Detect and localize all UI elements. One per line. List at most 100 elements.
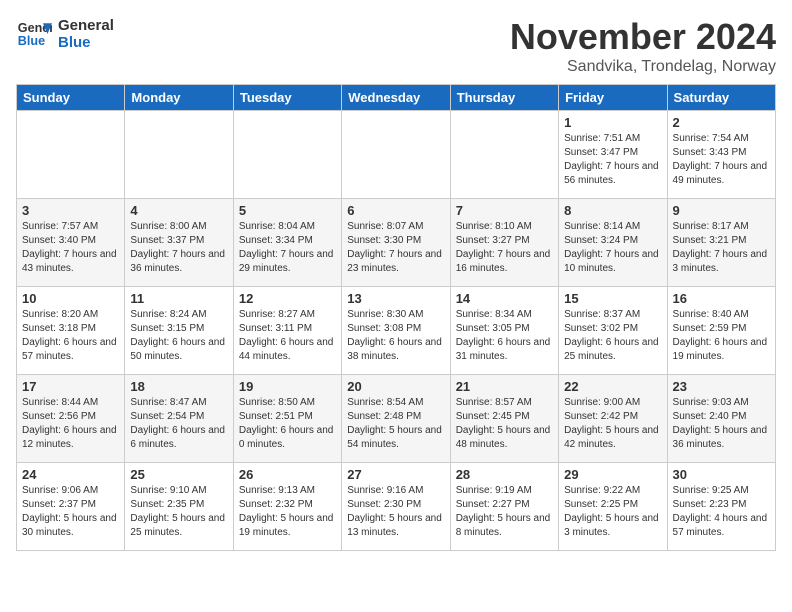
logo-icon: General Blue [16,16,52,52]
calendar-cell [450,111,558,199]
calendar-cell: 3Sunrise: 7:57 AMSunset: 3:40 PMDaylight… [17,199,125,287]
cell-line: Daylight: 5 hours and 8 minutes. [456,512,553,540]
col-header-monday: Monday [125,85,233,111]
month-title: November 2024 [510,16,776,58]
cell-line: Sunrise: 8:07 AM [347,220,444,234]
cell-line: Sunset: 3:18 PM [22,322,119,336]
cell-line: Sunset: 2:51 PM [239,410,336,424]
cell-line: Sunrise: 8:14 AM [564,220,661,234]
cell-line: Sunrise: 9:06 AM [22,484,119,498]
cell-line: Daylight: 6 hours and 31 minutes. [456,336,553,364]
cell-line: Sunrise: 8:57 AM [456,396,553,410]
cell-line: Sunset: 2:54 PM [130,410,227,424]
col-header-friday: Friday [559,85,667,111]
cell-line: Daylight: 7 hours and 49 minutes. [673,160,770,188]
calendar-cell: 30Sunrise: 9:25 AMSunset: 2:23 PMDayligh… [667,463,775,551]
calendar-cell: 17Sunrise: 8:44 AMSunset: 2:56 PMDayligh… [17,375,125,463]
cell-content: Sunrise: 8:54 AMSunset: 2:48 PMDaylight:… [347,396,444,452]
calendar-cell [17,111,125,199]
week-row-5: 24Sunrise: 9:06 AMSunset: 2:37 PMDayligh… [17,463,776,551]
cell-line: Sunrise: 9:16 AM [347,484,444,498]
calendar-cell: 4Sunrise: 8:00 AMSunset: 3:37 PMDaylight… [125,199,233,287]
cell-content: Sunrise: 8:30 AMSunset: 3:08 PMDaylight:… [347,308,444,364]
cell-line: Sunset: 3:15 PM [130,322,227,336]
cell-content: Sunrise: 7:54 AMSunset: 3:43 PMDaylight:… [673,132,770,188]
day-number: 21 [456,379,553,394]
cell-line: Sunset: 3:30 PM [347,234,444,248]
day-number: 14 [456,291,553,306]
cell-content: Sunrise: 9:19 AMSunset: 2:27 PMDaylight:… [456,484,553,540]
week-row-4: 17Sunrise: 8:44 AMSunset: 2:56 PMDayligh… [17,375,776,463]
col-header-saturday: Saturday [667,85,775,111]
calendar-cell: 25Sunrise: 9:10 AMSunset: 2:35 PMDayligh… [125,463,233,551]
calendar-cell: 22Sunrise: 9:00 AMSunset: 2:42 PMDayligh… [559,375,667,463]
cell-line: Sunset: 2:40 PM [673,410,770,424]
day-number: 16 [673,291,770,306]
cell-line: Sunrise: 7:54 AM [673,132,770,146]
cell-line: Sunrise: 8:24 AM [130,308,227,322]
day-number: 7 [456,203,553,218]
cell-line: Daylight: 7 hours and 29 minutes. [239,248,336,276]
cell-line: Sunrise: 9:13 AM [239,484,336,498]
cell-line: Daylight: 6 hours and 50 minutes. [130,336,227,364]
calendar-cell [125,111,233,199]
cell-content: Sunrise: 8:40 AMSunset: 2:59 PMDaylight:… [673,308,770,364]
calendar-table: SundayMondayTuesdayWednesdayThursdayFrid… [16,84,776,551]
cell-line: Sunset: 3:24 PM [564,234,661,248]
cell-line: Sunrise: 9:25 AM [673,484,770,498]
cell-content: Sunrise: 9:22 AMSunset: 2:25 PMDaylight:… [564,484,661,540]
calendar-cell: 11Sunrise: 8:24 AMSunset: 3:15 PMDayligh… [125,287,233,375]
cell-line: Sunset: 3:21 PM [673,234,770,248]
day-number: 1 [564,115,661,130]
calendar-cell: 12Sunrise: 8:27 AMSunset: 3:11 PMDayligh… [233,287,341,375]
cell-line: Sunset: 3:43 PM [673,146,770,160]
cell-content: Sunrise: 8:50 AMSunset: 2:51 PMDaylight:… [239,396,336,452]
day-number: 24 [22,467,119,482]
week-row-3: 10Sunrise: 8:20 AMSunset: 3:18 PMDayligh… [17,287,776,375]
cell-line: Daylight: 6 hours and 25 minutes. [564,336,661,364]
cell-line: Sunset: 3:08 PM [347,322,444,336]
cell-line: Sunset: 3:11 PM [239,322,336,336]
cell-line: Daylight: 7 hours and 10 minutes. [564,248,661,276]
cell-line: Daylight: 5 hours and 25 minutes. [130,512,227,540]
day-number: 27 [347,467,444,482]
cell-line: Sunset: 3:34 PM [239,234,336,248]
cell-line: Daylight: 7 hours and 56 minutes. [564,160,661,188]
cell-line: Sunrise: 9:00 AM [564,396,661,410]
cell-line: Sunrise: 8:20 AM [22,308,119,322]
cell-line: Sunset: 3:27 PM [456,234,553,248]
calendar-cell: 5Sunrise: 8:04 AMSunset: 3:34 PMDaylight… [233,199,341,287]
cell-line: Sunset: 3:47 PM [564,146,661,160]
cell-line: Daylight: 5 hours and 30 minutes. [22,512,119,540]
cell-line: Sunrise: 8:44 AM [22,396,119,410]
cell-line: Sunset: 2:23 PM [673,498,770,512]
calendar-cell: 21Sunrise: 8:57 AMSunset: 2:45 PMDayligh… [450,375,558,463]
week-row-1: 1Sunrise: 7:51 AMSunset: 3:47 PMDaylight… [17,111,776,199]
cell-line: Sunset: 3:37 PM [130,234,227,248]
calendar-cell: 19Sunrise: 8:50 AMSunset: 2:51 PMDayligh… [233,375,341,463]
calendar-cell: 23Sunrise: 9:03 AMSunset: 2:40 PMDayligh… [667,375,775,463]
cell-line: Sunrise: 8:37 AM [564,308,661,322]
cell-line: Daylight: 5 hours and 19 minutes. [239,512,336,540]
cell-line: Sunrise: 8:17 AM [673,220,770,234]
cell-line: Sunset: 2:42 PM [564,410,661,424]
cell-line: Sunset: 2:35 PM [130,498,227,512]
calendar-cell: 27Sunrise: 9:16 AMSunset: 2:30 PMDayligh… [342,463,450,551]
cell-line: Sunrise: 8:30 AM [347,308,444,322]
col-header-thursday: Thursday [450,85,558,111]
cell-content: Sunrise: 8:34 AMSunset: 3:05 PMDaylight:… [456,308,553,364]
cell-content: Sunrise: 8:14 AMSunset: 3:24 PMDaylight:… [564,220,661,276]
calendar-cell: 28Sunrise: 9:19 AMSunset: 2:27 PMDayligh… [450,463,558,551]
cell-content: Sunrise: 8:20 AMSunset: 3:18 PMDaylight:… [22,308,119,364]
cell-content: Sunrise: 8:27 AMSunset: 3:11 PMDaylight:… [239,308,336,364]
cell-line: Daylight: 5 hours and 42 minutes. [564,424,661,452]
cell-line: Sunset: 2:32 PM [239,498,336,512]
col-header-wednesday: Wednesday [342,85,450,111]
logo: General Blue General Blue [16,16,114,52]
cell-line: Sunrise: 7:57 AM [22,220,119,234]
cell-content: Sunrise: 9:00 AMSunset: 2:42 PMDaylight:… [564,396,661,452]
cell-line: Sunset: 3:02 PM [564,322,661,336]
cell-line: Sunset: 3:40 PM [22,234,119,248]
cell-line: Daylight: 7 hours and 3 minutes. [673,248,770,276]
cell-line: Sunset: 2:48 PM [347,410,444,424]
